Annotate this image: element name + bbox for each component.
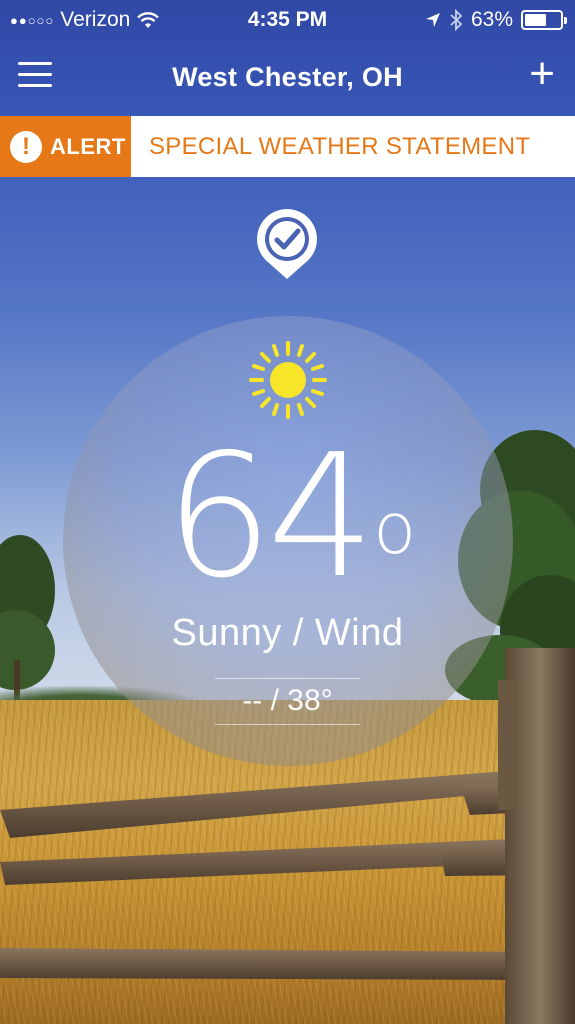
sun-icon (249, 341, 327, 419)
battery-percent: 63% (470, 8, 513, 31)
divider-bottom (215, 724, 360, 725)
degree-symbol: o (373, 488, 416, 570)
alert-label: ALERT (50, 133, 126, 159)
location-title[interactable]: West Chester, OH (0, 62, 575, 93)
high-low-temperature: -- / 38° (242, 684, 333, 717)
location-check-icon[interactable] (253, 205, 321, 281)
top-nav: West Chester, OH + (0, 40, 575, 116)
alert-banner[interactable]: ! ALERT SPECIAL WEATHER STATEMENT (0, 116, 575, 177)
status-bar: ●●○○○ Verizon 4:35 PM 63% (0, 0, 575, 40)
alert-exclamation-icon: ! (10, 130, 42, 163)
current-temperature: 64o (0, 432, 575, 602)
alert-tag[interactable]: ! ALERT (0, 116, 131, 177)
status-bar-right: 63% (425, 8, 567, 32)
location-arrow-icon (425, 13, 440, 27)
battery-icon (521, 10, 567, 30)
bluetooth-icon (450, 9, 463, 31)
add-location-button[interactable]: + (529, 52, 555, 96)
divider-top (215, 678, 360, 679)
weather-condition: Sunny / Wind (171, 612, 404, 654)
temperature-value: 64 (164, 418, 375, 616)
alert-message[interactable]: SPECIAL WEATHER STATEMENT (131, 116, 575, 177)
battery-level (525, 14, 546, 26)
